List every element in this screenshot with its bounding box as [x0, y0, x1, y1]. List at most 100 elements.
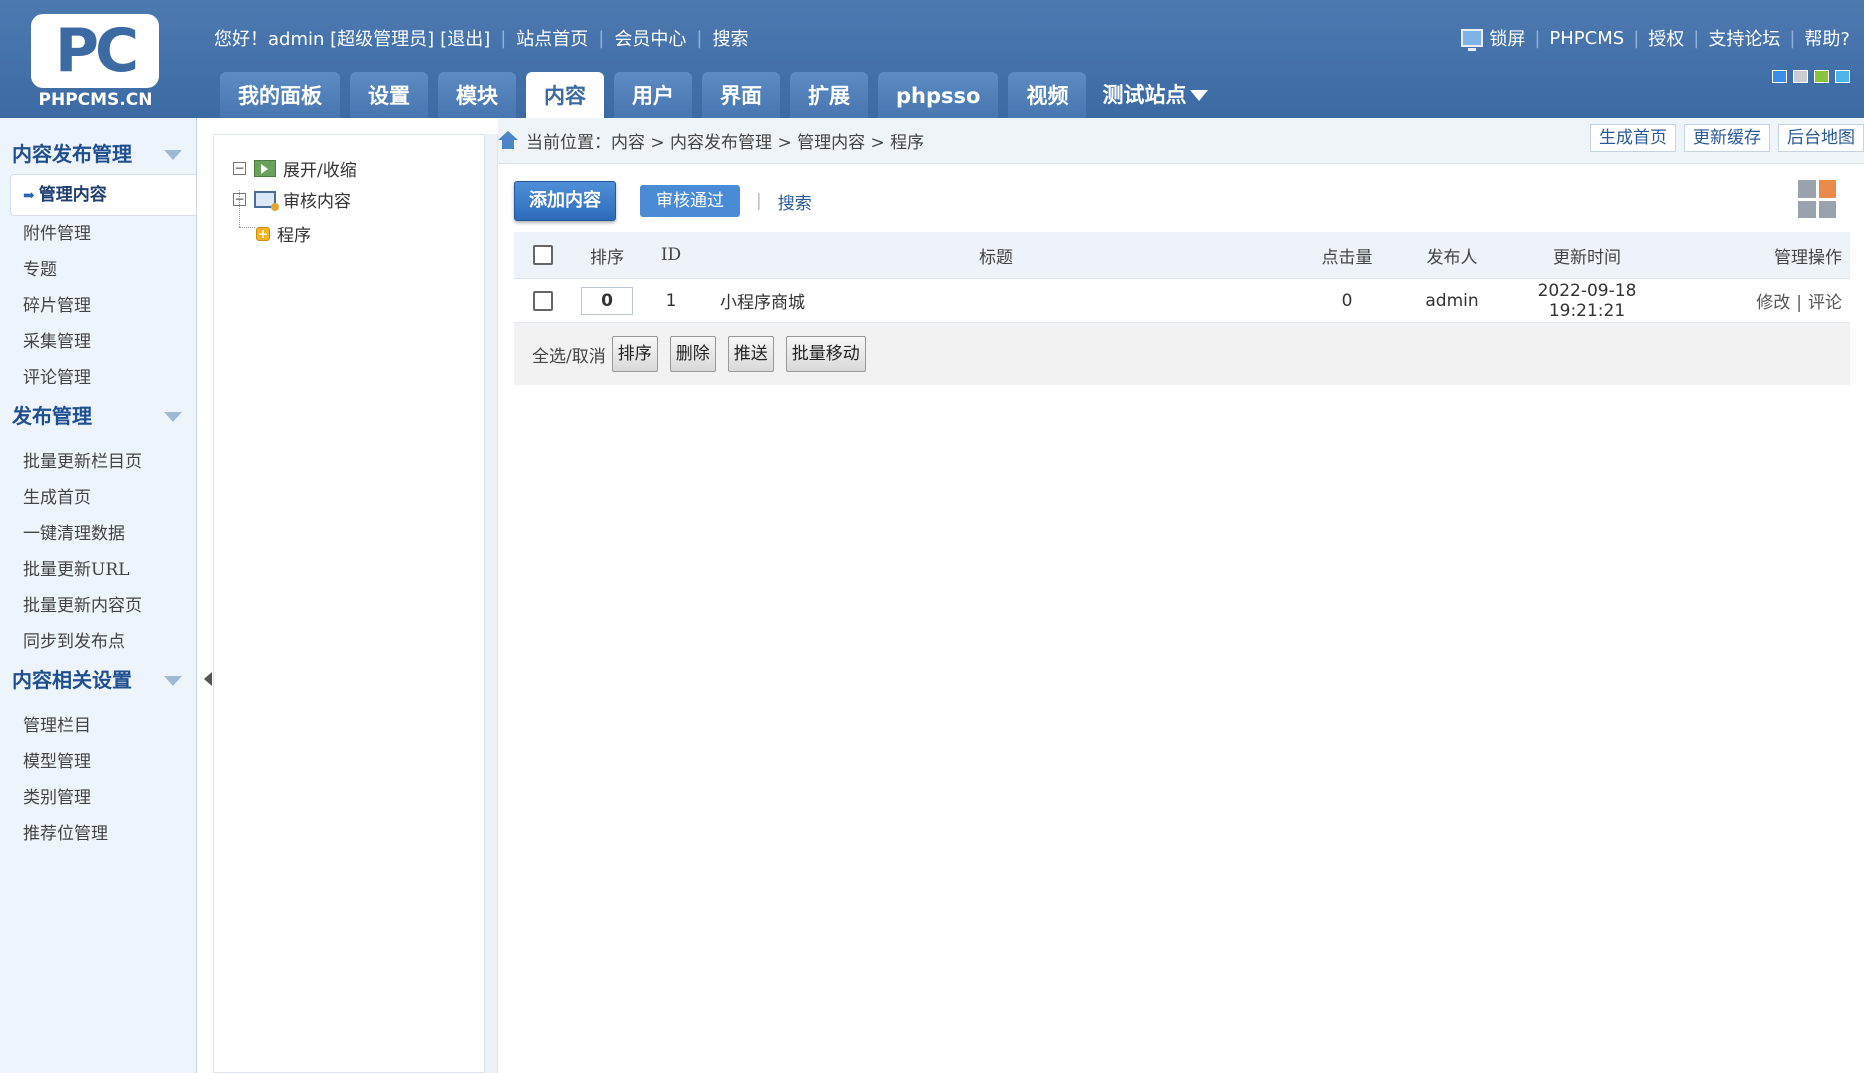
row-title-link[interactable]: 小程序商城: [700, 288, 1292, 313]
tab-users[interactable]: 用户: [614, 72, 692, 118]
license-link[interactable]: 授权: [1648, 25, 1684, 51]
site-map-button[interactable]: 后台地图: [1778, 124, 1864, 152]
sidebar-item-topics[interactable]: 专题: [0, 252, 196, 288]
tree-connector: [239, 227, 255, 228]
sidebar-item-fragments[interactable]: 碎片管理: [0, 288, 196, 324]
sidebar-group-label: 发布管理: [12, 404, 92, 428]
sidebar-item-model-manage[interactable]: 模型管理: [0, 744, 196, 780]
help-link[interactable]: 帮助?: [1804, 25, 1850, 51]
layout-toggle-icon[interactable]: [1798, 180, 1836, 218]
edit-link[interactable]: 修改: [1756, 293, 1790, 313]
header-updated: 更新时间: [1553, 247, 1621, 268]
push-button[interactable]: 推送: [727, 336, 774, 372]
row-ops: 修改 | 评论: [1756, 293, 1842, 313]
user-info-bar: 您好！admin [超级管理员] [退出] | 站点首页 | 会员中心 | 搜索: [214, 25, 748, 51]
row-checkbox[interactable]: [533, 290, 553, 311]
lock-screen-icon[interactable]: [1461, 29, 1484, 51]
sidebar-item-attachments[interactable]: 附件管理: [0, 216, 196, 252]
skin-lightblue-icon[interactable]: [1835, 70, 1850, 83]
sidebar-item-manage-categories[interactable]: 管理栏目: [0, 708, 196, 744]
breadcrumb: 当前位置：内容 > 内容发布管理 > 管理内容 > 程序: [498, 128, 924, 153]
select-all-toggle[interactable]: 全选/取消: [532, 342, 606, 367]
content-table: 排序 ID 标题 点击量 发布人 更新时间 管理操作 0 1 小程序商城 0 a…: [514, 232, 1850, 385]
tree-category-row[interactable]: + 程序: [256, 221, 311, 246]
generate-home-button[interactable]: 生成首页: [1590, 124, 1676, 152]
sort-button[interactable]: 排序: [611, 336, 658, 372]
top-header: PC PHPCMS.CN 您好！admin [超级管理员] [退出] | 站点首…: [0, 0, 1864, 118]
tab-phpsso[interactable]: phpsso: [878, 72, 999, 118]
tree-toggle-row[interactable]: − 展开/收缩: [233, 156, 357, 181]
row-id: 1: [665, 290, 677, 311]
minus-icon[interactable]: −: [233, 162, 246, 175]
search-link[interactable]: 搜索: [712, 25, 748, 51]
skin-gray-icon[interactable]: [1793, 70, 1808, 83]
add-content-button[interactable]: 添加内容: [514, 181, 616, 221]
sidebar-item-comments[interactable]: 评论管理: [0, 360, 196, 396]
header-id: ID: [660, 245, 682, 265]
member-center-link[interactable]: 会员中心: [614, 25, 686, 51]
skin-blue-icon[interactable]: [1772, 70, 1787, 83]
quick-actions: 生成首页 更新缓存 后台地图: [1590, 124, 1864, 152]
tree-audit-label: 审核内容: [283, 192, 351, 212]
skin-green-icon[interactable]: [1814, 70, 1829, 83]
comment-link[interactable]: 评论: [1808, 293, 1842, 313]
tab-video[interactable]: 视频: [1008, 72, 1087, 118]
content-toolbar: 添加内容 审核通过 | 搜索: [514, 181, 812, 221]
content-main: 添加内容 审核通过 | 搜索 排序 ID 标题 点击量 发布人 更新时间 管理操…: [498, 164, 1864, 1073]
collapse-sidebar-icon[interactable]: [204, 672, 212, 686]
header-clicks: 点击量: [1321, 247, 1373, 268]
approved-filter-button[interactable]: 审核通过: [640, 185, 740, 217]
breadcrumb-bar: 当前位置：内容 > 内容发布管理 > 管理内容 > 程序 生成首页 更新缓存 后…: [498, 118, 1864, 164]
left-sidebar: 内容发布管理 ➡ 管理内容 附件管理 专题 碎片管理 采集管理 评论管理 发布管理…: [0, 118, 197, 1073]
forum-link[interactable]: 支持论坛: [1708, 25, 1780, 51]
phpcms-logo[interactable]: PC PHPCMS.CN: [28, 14, 163, 110]
sidebar-item-collect[interactable]: 采集管理: [0, 324, 196, 360]
sidebar-item-manage-content[interactable]: ➡ 管理内容: [10, 174, 196, 216]
sidebar-item-sync-publish[interactable]: 同步到发布点: [0, 624, 196, 660]
sidebar-group-content-settings[interactable]: 内容相关设置: [0, 660, 196, 700]
logout-link[interactable]: [退出]: [440, 25, 490, 51]
tab-my-panel[interactable]: 我的面板: [220, 72, 340, 118]
select-all-checkbox[interactable]: [533, 245, 553, 265]
sidebar-group-publish[interactable]: 发布管理: [0, 396, 196, 436]
site-selector[interactable]: 测试站点: [1096, 72, 1214, 118]
sidebar-item-generate-home[interactable]: 生成首页: [0, 480, 196, 516]
delete-button[interactable]: 删除: [669, 336, 716, 372]
header-ops: 管理操作: [1774, 247, 1842, 268]
sidebar-item-clear-data[interactable]: 一键清理数据: [0, 516, 196, 552]
home-icon[interactable]: [498, 130, 518, 151]
tree-audit-row[interactable]: − 审核内容: [233, 187, 351, 212]
sidebar-item-update-content-pages[interactable]: 批量更新内容页: [0, 588, 196, 624]
search-link[interactable]: 搜索: [778, 189, 812, 214]
table-row: 0 1 小程序商城 0 admin 2022-09-18 19:21:21 修改…: [514, 279, 1850, 323]
skin-switcher: [1772, 70, 1850, 83]
sort-input[interactable]: 0: [581, 286, 633, 315]
batch-move-button[interactable]: 批量移动: [785, 336, 866, 372]
logo-text: PHPCMS.CN: [38, 90, 153, 110]
tab-interface[interactable]: 界面: [702, 72, 780, 118]
header-sort: 排序: [590, 247, 624, 268]
panel-divider[interactable]: [485, 134, 498, 1073]
tab-settings[interactable]: 设置: [350, 72, 428, 118]
sidebar-item-update-category-pages[interactable]: 批量更新栏目页: [0, 444, 196, 480]
greeting-text: 您好！admin [超级管理员]: [214, 29, 435, 50]
tab-modules[interactable]: 模块: [438, 72, 516, 118]
sidebar-group-content-publish[interactable]: 内容发布管理: [0, 134, 196, 174]
sidebar-item-position-manage[interactable]: 推荐位管理: [0, 816, 196, 852]
tab-extend[interactable]: 扩展: [790, 72, 868, 118]
tab-content[interactable]: 内容: [526, 72, 604, 118]
category-tree-panel: [213, 134, 485, 1073]
logo-mark: PC: [31, 14, 159, 88]
breadcrumb-text: 当前位置：内容 > 内容发布管理 > 管理内容 > 程序: [526, 133, 925, 153]
chevron-down-icon: [164, 412, 182, 422]
chevron-down-icon: [1190, 89, 1209, 101]
lock-screen-link[interactable]: 锁屏: [1489, 25, 1525, 51]
header-title: 标题: [979, 247, 1013, 268]
sidebar-item-type-manage[interactable]: 类别管理: [0, 780, 196, 816]
update-cache-button[interactable]: 更新缓存: [1684, 124, 1770, 152]
sidebar-item-update-url[interactable]: 批量更新URL: [0, 552, 196, 588]
phpcms-link[interactable]: PHPCMS: [1549, 28, 1624, 49]
row-publisher: admin: [1425, 290, 1479, 311]
site-home-link[interactable]: 站点首页: [516, 25, 588, 51]
row-clicks: 0: [1341, 290, 1353, 311]
